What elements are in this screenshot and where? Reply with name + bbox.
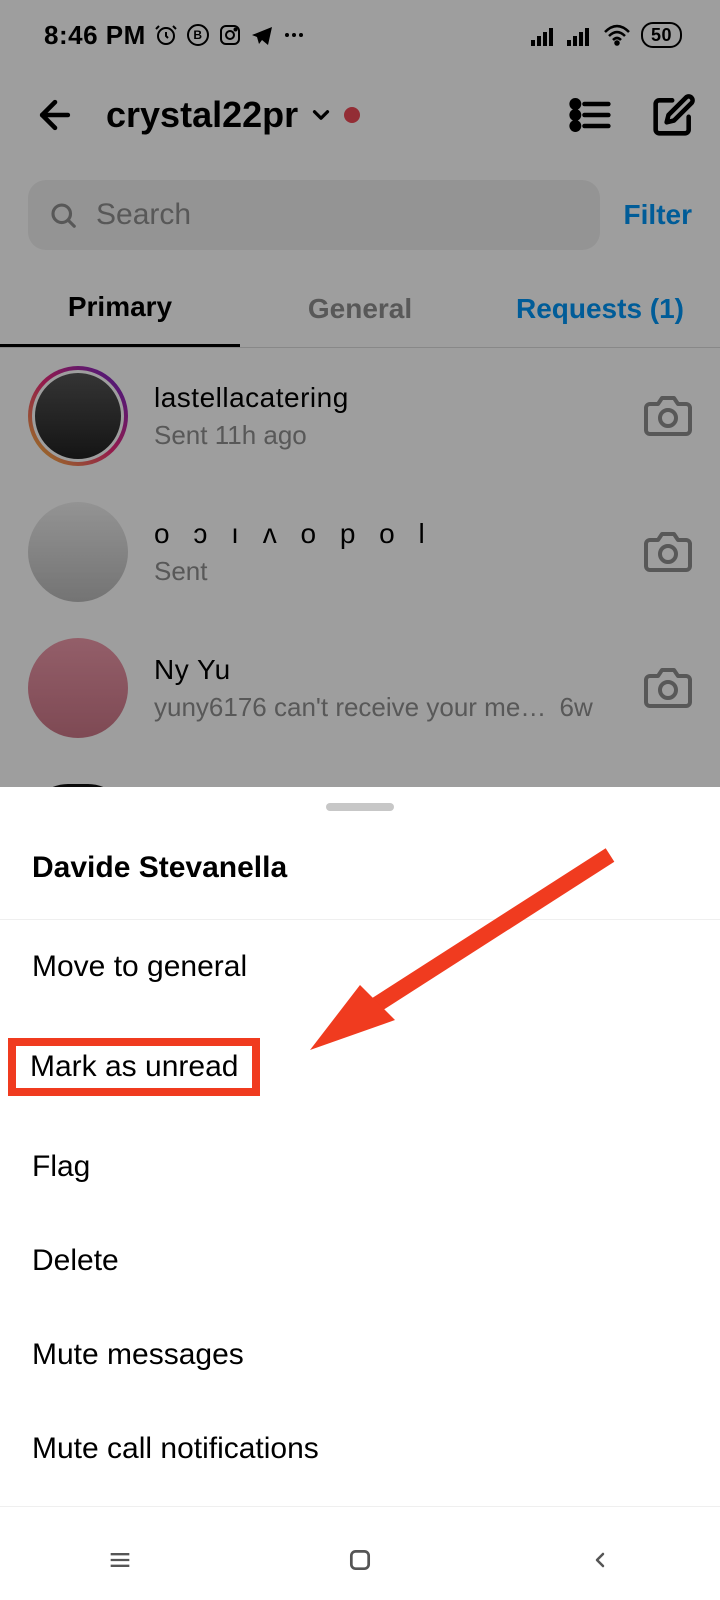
sheet-item-delete[interactable]: Delete <box>0 1214 720 1308</box>
conversation-list: lastellacatering Sent 11h ago o ɔ ı ʌ o … <box>0 348 720 824</box>
telegram-status-icon <box>250 23 274 47</box>
username-label: crystal22pr <box>106 94 298 136</box>
divider <box>0 1506 720 1507</box>
sheet-item-mark-unread[interactable]: Mark as unread <box>6 1036 262 1098</box>
wifi-icon <box>603 24 631 46</box>
sheet-drag-handle[interactable] <box>326 803 394 811</box>
chevron-down-icon <box>308 102 334 128</box>
new-message-icon[interactable] <box>652 93 696 137</box>
conversation-subtitle: Sent 11h ago <box>154 420 618 451</box>
sheet-item-move-to-general[interactable]: Move to general <box>0 920 720 1014</box>
avatar[interactable] <box>28 638 128 738</box>
dm-header: crystal22pr <box>0 70 720 160</box>
svg-text:B: B <box>193 28 202 42</box>
conversation-subtitle: yuny6176 can't receive your me… 6w <box>154 692 618 723</box>
search-input[interactable]: Search <box>28 180 600 250</box>
conversation-row[interactable]: lastellacatering Sent 11h ago <box>0 348 720 484</box>
message-requests-icon[interactable] <box>568 93 612 137</box>
notification-dot-icon <box>344 107 360 123</box>
alarm-icon <box>154 23 178 47</box>
camera-icon[interactable] <box>644 528 692 576</box>
nav-home-button[interactable] <box>340 1540 380 1580</box>
signal-icon-2 <box>567 24 593 46</box>
nav-back-button[interactable] <box>580 1540 620 1580</box>
whatsapp-status-icon: B <box>186 23 210 47</box>
signal-icon <box>531 24 557 46</box>
conversation-name: lastellacatering <box>154 382 618 414</box>
back-button[interactable] <box>30 90 80 140</box>
camera-icon[interactable] <box>644 664 692 712</box>
conversation-row[interactable]: o ɔ ı ʌ o p o l Sent <box>0 484 720 620</box>
tab-requests[interactable]: Requests (1) <box>480 270 720 347</box>
inbox-tabs: Primary General Requests (1) <box>0 270 720 348</box>
tab-primary[interactable]: Primary <box>0 270 240 347</box>
avatar[interactable] <box>28 366 128 466</box>
battery-indicator: 50 <box>641 22 682 48</box>
sheet-item-flag[interactable]: Flag <box>0 1120 720 1214</box>
system-nav-bar <box>0 1520 720 1600</box>
filter-link[interactable]: Filter <box>624 199 692 231</box>
camera-icon[interactable] <box>644 392 692 440</box>
status-bar: 8:46 PM B <box>0 0 720 70</box>
sheet-title: Davide Stevanella <box>0 841 720 920</box>
sheet-item-mute-messages[interactable]: Mute messages <box>0 1308 720 1402</box>
tab-general[interactable]: General <box>240 270 480 347</box>
nav-recents-button[interactable] <box>100 1540 140 1580</box>
action-sheet: Davide Stevanella Move to general Mark a… <box>0 787 720 1600</box>
more-status-icon <box>282 23 306 47</box>
search-icon <box>48 200 78 230</box>
sheet-item-mute-calls[interactable]: Mute call notifications <box>0 1402 720 1496</box>
account-switcher[interactable]: crystal22pr <box>106 94 360 136</box>
conversation-name: Ny Yu <box>154 654 618 686</box>
conversation-row[interactable]: Ny Yu yuny6176 can't receive your me… 6w <box>0 620 720 756</box>
conversation-name: o ɔ ı ʌ o p o l <box>154 518 618 550</box>
conversation-subtitle: Sent <box>154 556 618 587</box>
status-time: 8:46 PM <box>44 20 146 51</box>
instagram-status-icon <box>218 23 242 47</box>
avatar[interactable] <box>28 502 128 602</box>
search-placeholder: Search <box>96 198 191 232</box>
